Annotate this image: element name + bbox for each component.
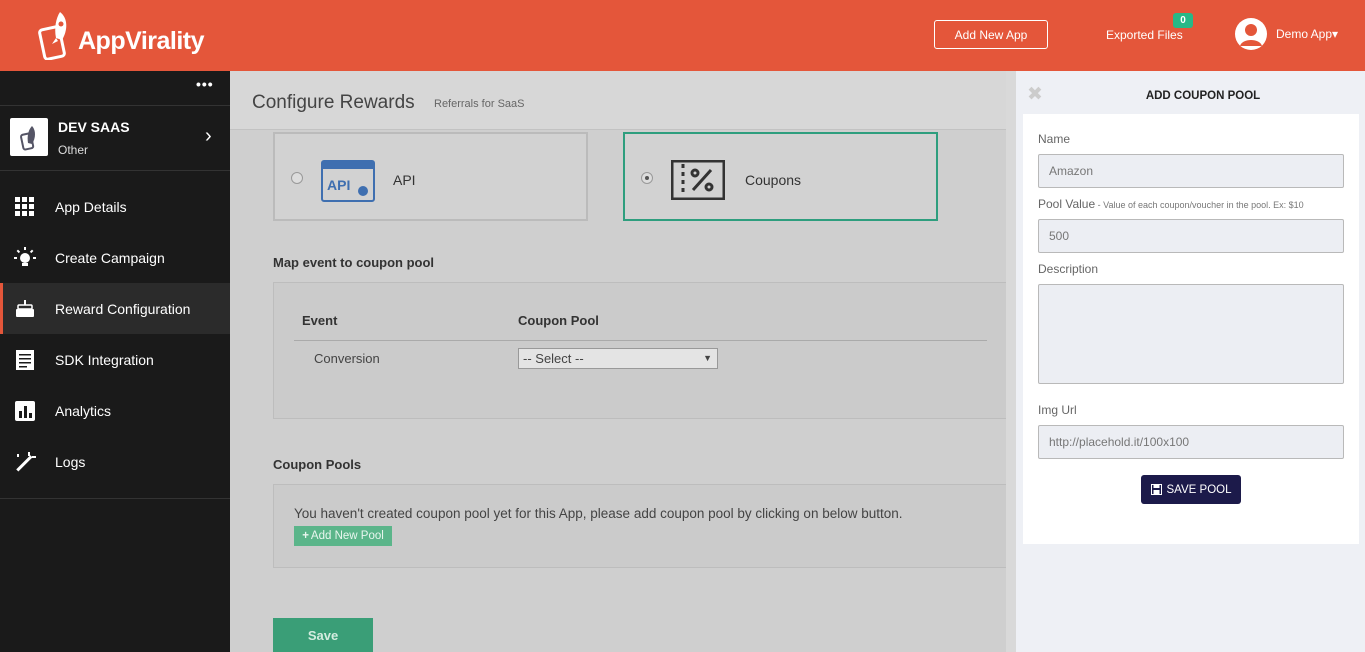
panel-title: ADD COUPON POOL bbox=[1145, 90, 1261, 102]
chevron-right-icon[interactable]: › bbox=[205, 125, 212, 148]
ellipsis-icon[interactable]: ••• bbox=[196, 77, 214, 91]
bar-chart-icon bbox=[14, 400, 36, 422]
sidebar-item-label: Create Campaign bbox=[55, 249, 165, 266]
exported-files-link[interactable]: Exported Files bbox=[1106, 28, 1183, 42]
add-pool-label: Add New Pool bbox=[310, 530, 384, 542]
description-textarea[interactable] bbox=[1038, 284, 1344, 384]
save-pool-button[interactable]: SAVE POOL bbox=[1141, 475, 1241, 504]
event-header: Event bbox=[302, 313, 338, 328]
map-section-title: Map event to coupon pool bbox=[273, 255, 435, 270]
sidebar-item-label: Analytics bbox=[55, 402, 112, 419]
rocket-logo-icon bbox=[38, 12, 67, 60]
api-icon: API bbox=[321, 160, 375, 202]
coupon-pool-form: Name Amazon Pool Value - Value of each c… bbox=[1023, 114, 1359, 544]
name-input[interactable]: Amazon bbox=[1038, 154, 1344, 188]
add-new-app-button[interactable]: Add New App bbox=[934, 20, 1048, 49]
reward-type-coupons-card[interactable]: Coupons bbox=[623, 132, 938, 221]
panel-gutter bbox=[1006, 71, 1016, 652]
coupon-pools-title: Coupon Pools bbox=[273, 457, 362, 472]
sidebar: ••• DEV SAAS Other › App Details Create … bbox=[0, 71, 230, 652]
main-content: Configure Rewards Referrals for SaaS API… bbox=[230, 71, 1016, 652]
coupon-pool-select[interactable]: -- Select -- ▼ bbox=[518, 348, 718, 369]
app-thumbnail-icon bbox=[10, 118, 48, 156]
app-type: Other bbox=[58, 143, 89, 157]
sidebar-item-logs[interactable]: Logs bbox=[0, 436, 230, 487]
table-divider bbox=[294, 340, 987, 341]
pool-value-label-text: Pool Value bbox=[1038, 197, 1096, 211]
sidebar-nav: App Details Create Campaign Reward Confi… bbox=[0, 181, 230, 487]
img-url-input[interactable]: http://placehold.it/100x100 bbox=[1038, 425, 1344, 459]
floppy-disk-icon bbox=[1150, 484, 1162, 495]
dropdown-arrow-icon: ▼ bbox=[703, 353, 712, 363]
pool-value-input[interactable]: 500 bbox=[1038, 219, 1344, 253]
page-title: Configure Rewards bbox=[252, 92, 415, 113]
empty-pools-message: You haven't created coupon pool yet for … bbox=[294, 506, 903, 521]
logo-text: AppVirality bbox=[78, 27, 205, 55]
app-name: DEV SAAS bbox=[58, 119, 130, 135]
pool-value-label: Pool Value - Value of each coupon/vouche… bbox=[1038, 197, 1304, 211]
sidebar-item-create-campaign[interactable]: Create Campaign bbox=[0, 232, 230, 283]
sidebar-item-label: SDK Integration bbox=[55, 351, 154, 368]
sidebar-item-app-details[interactable]: App Details bbox=[0, 181, 230, 232]
sidebar-item-label: Logs bbox=[55, 453, 86, 470]
coupons-radio[interactable] bbox=[641, 172, 653, 184]
page-subtitle: Referrals for SaaS bbox=[434, 98, 525, 110]
exported-count-badge: 0 bbox=[1173, 13, 1193, 28]
sidebar-item-label: App Details bbox=[55, 198, 127, 215]
user-menu[interactable]: Demo App▾ bbox=[1276, 27, 1338, 41]
add-new-pool-button[interactable]: + Add New Pool bbox=[294, 526, 392, 546]
img-url-label: Img Url bbox=[1038, 403, 1077, 417]
magic-wand-icon bbox=[14, 451, 36, 473]
document-icon bbox=[14, 349, 36, 371]
sidebar-item-reward-configuration[interactable]: Reward Configuration bbox=[0, 283, 230, 334]
bulb-icon bbox=[14, 246, 36, 269]
api-label: API bbox=[393, 172, 416, 188]
coupons-label: Coupons bbox=[745, 172, 802, 188]
save-button[interactable]: Save bbox=[273, 618, 373, 652]
coupon-icon bbox=[671, 160, 725, 200]
sidebar-item-analytics[interactable]: Analytics bbox=[0, 385, 230, 436]
save-pool-label: SAVE POOL bbox=[1166, 483, 1232, 496]
top-bar: AppVirality Add New App Exported Files 0… bbox=[0, 0, 1365, 71]
sidebar-item-sdk-integration[interactable]: SDK Integration bbox=[0, 334, 230, 385]
plus-icon: + bbox=[302, 530, 309, 542]
pool-value-hint: - Value of each coupon/voucher in the po… bbox=[1095, 200, 1304, 210]
coupon-pool-header: Coupon Pool bbox=[518, 313, 599, 328]
app-logo[interactable]: AppVirality bbox=[38, 10, 205, 60]
app-selector[interactable]: DEV SAAS Other › bbox=[0, 105, 230, 171]
grid-icon bbox=[14, 196, 36, 218]
cake-icon bbox=[14, 298, 36, 320]
svg-text:API: API bbox=[327, 177, 350, 193]
select-value: -- Select -- bbox=[523, 351, 584, 366]
sidebar-divider bbox=[0, 498, 230, 499]
name-label: Name bbox=[1038, 132, 1071, 146]
description-label: Description bbox=[1038, 262, 1099, 276]
user-avatar-icon[interactable] bbox=[1235, 18, 1267, 50]
event-conversion-cell: Conversion bbox=[314, 351, 380, 366]
api-radio[interactable] bbox=[291, 172, 303, 184]
reward-type-api-card[interactable]: API API bbox=[273, 132, 588, 221]
add-coupon-pool-panel: ✖ ADD COUPON POOL Name Amazon Pool Value… bbox=[1016, 71, 1365, 652]
sidebar-item-label: Reward Configuration bbox=[55, 300, 191, 317]
page-header: Configure Rewards Referrals for SaaS bbox=[230, 71, 1016, 130]
